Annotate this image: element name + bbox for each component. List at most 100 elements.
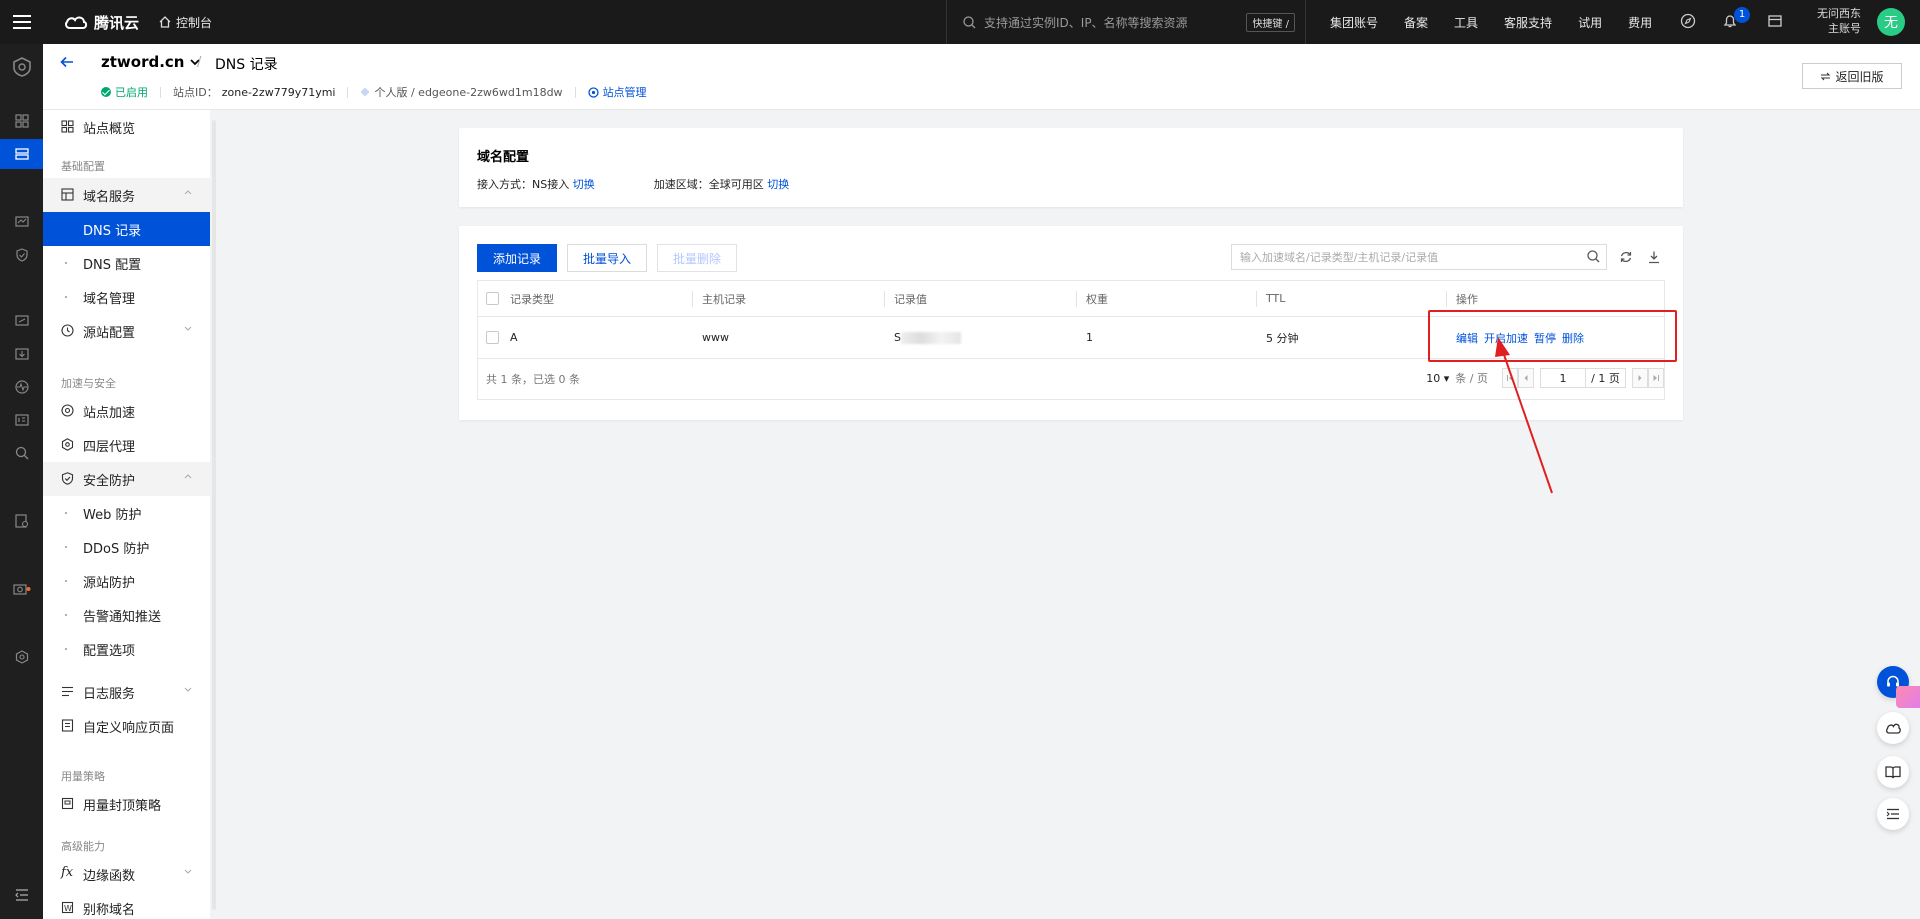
svg-text:W: W (64, 904, 72, 913)
hexagon-settings-icon[interactable] (0, 642, 43, 672)
next-page-button[interactable] (1632, 368, 1648, 388)
camera-icon[interactable] (0, 574, 43, 604)
switch-region-link[interactable]: 切换 (767, 178, 789, 191)
sidebar-item-l4-proxy[interactable]: 四层代理 (43, 428, 210, 462)
report-icon[interactable] (0, 405, 43, 435)
sidebar-item-alias-domain[interactable]: W 别称域名 (43, 891, 210, 919)
col-type[interactable]: 记录类型 (510, 281, 554, 316)
sidebar-item-log-service[interactable]: 日志服务 (43, 675, 210, 709)
status-badge: 已启用 (101, 84, 148, 100)
back-arrow-icon[interactable] (59, 54, 75, 70)
page-size-select[interactable]: 10 ▾ (1426, 372, 1449, 385)
menu-icon[interactable] (0, 0, 44, 44)
cloud-upload-button[interactable] (1877, 712, 1909, 744)
site-list-icon[interactable] (0, 139, 43, 169)
switch-access-link[interactable]: 切换 (573, 178, 595, 191)
search-icon[interactable] (1587, 250, 1600, 263)
redacted-value (900, 331, 961, 344)
old-version-button[interactable]: 返回旧版 (1802, 63, 1902, 89)
sidebar-item-config-options[interactable]: 配置选项 (43, 632, 210, 666)
avatar[interactable]: 无 (1877, 8, 1905, 36)
last-page-button[interactable] (1648, 368, 1664, 388)
sidebar-scrollbar[interactable] (212, 120, 216, 910)
pulse-icon[interactable] (0, 372, 43, 402)
sidebar-item-ddos-protect[interactable]: DDoS 防护 (43, 530, 210, 564)
nav-billing[interactable]: 费用 (1628, 14, 1652, 31)
sidebar-item-site-accel[interactable]: 站点加速 (43, 394, 210, 428)
gear-icon (587, 86, 599, 98)
col-value[interactable]: 记录值 (894, 281, 927, 316)
search-icon (963, 15, 976, 28)
edgeone-logo-icon[interactable] (0, 52, 43, 82)
list-icon (1886, 808, 1899, 820)
col-weight[interactable]: 权重 (1086, 281, 1108, 316)
shortcut-hint: 快捷键 / (1246, 12, 1295, 32)
sidebar-item-origin-config[interactable]: 源站配置 (43, 314, 210, 348)
home-icon (159, 16, 171, 28)
brand-logo[interactable]: 腾讯云 (64, 12, 139, 33)
add-record-button[interactable]: 添加记录 (477, 244, 557, 272)
function-icon: fx (61, 865, 74, 880)
sidebar-item-dns-records[interactable]: DNS 记录 (43, 212, 210, 246)
sidebar-item-origin-protect[interactable]: 源站防护 (43, 564, 210, 598)
refresh-icon[interactable] (1619, 250, 1633, 264)
chevron-down-icon (184, 326, 192, 331)
search-icon[interactable] (0, 438, 43, 468)
alias-icon: W (61, 901, 74, 914)
row-checkbox[interactable] (486, 331, 499, 344)
col-host[interactable]: 主机记录 (702, 281, 746, 316)
sidebar-item-overview[interactable]: 站点概览 (43, 110, 210, 144)
nav-trial[interactable]: 试用 (1578, 14, 1602, 31)
section-accel: 加速与安全 (61, 377, 116, 390)
cart-icon[interactable] (1767, 13, 1783, 29)
console-link[interactable]: 控制台 (159, 14, 212, 31)
site-manage-link[interactable]: 站点管理 (603, 84, 647, 100)
card-title: 域名配置 (477, 150, 530, 165)
sidebar-item-security[interactable]: 安全防护 (43, 462, 210, 496)
download-icon[interactable] (0, 339, 43, 369)
top-nav: 集团账号 备案 工具 客服支持 试用 费用 (1330, 0, 1678, 44)
menu-list-button[interactable] (1877, 798, 1909, 830)
section-basic: 基础配置 (61, 160, 105, 173)
section-usage: 用量策略 (61, 770, 105, 783)
compass-icon[interactable] (1680, 13, 1696, 29)
monitor-icon[interactable] (0, 207, 43, 237)
sidebar-item-dns-config[interactable]: DNS 配置 (43, 246, 210, 280)
sidebar-item-edge-func[interactable]: fx 边缘函数 (43, 857, 210, 891)
shield-icon[interactable] (0, 240, 43, 270)
user-info[interactable]: 无问西东 主账号 (1817, 6, 1861, 36)
sidebar-item-web-protect[interactable]: Web 防护 (43, 496, 210, 530)
top-bar: 腾讯云 控制台 支持通过实例ID、IP、名称等搜索资源 快捷键 / 集团账号 备… (0, 0, 1920, 44)
download-icon[interactable] (1647, 250, 1661, 264)
col-ttl[interactable]: TTL (1266, 281, 1285, 316)
record-type: A (510, 331, 518, 344)
sidebar-item-alert-push[interactable]: 告警通知推送 (43, 598, 210, 632)
shield-icon (61, 472, 74, 485)
plan-info: 个人版 / edgeone-2zw6wd1m18dw (374, 86, 563, 99)
collapse-menu-icon[interactable] (0, 880, 43, 910)
nav-filing[interactable]: 备案 (1404, 14, 1428, 31)
record-value: S (894, 317, 961, 358)
record-search-input[interactable]: 输入加速域名/记录类型/主机记录/记录值 (1231, 244, 1607, 270)
site-meta: 已启用 站点ID： zone-2zw779y71ymi 个人版 / edgeone… (101, 84, 647, 100)
batch-delete-button[interactable]: 批量删除 (657, 244, 737, 272)
global-search[interactable]: 支持通过实例ID、IP、名称等搜索资源 快捷键 / (946, 0, 1306, 44)
sidebar: 站点概览 基础配置 域名服务 DNS 记录 DNS 配置 域名管理 源站配置 加… (43, 110, 210, 919)
nav-group-account[interactable]: 集团账号 (1330, 14, 1378, 31)
ai-assistant-tab[interactable] (1896, 686, 1920, 708)
dashboard-icon[interactable] (0, 106, 43, 136)
analytics-icon[interactable] (0, 306, 43, 336)
settings-doc-icon[interactable] (0, 506, 43, 536)
docs-button[interactable] (1877, 756, 1909, 788)
sidebar-item-domain-manage[interactable]: 域名管理 (43, 280, 210, 314)
select-all-checkbox[interactable] (486, 292, 499, 305)
nav-tools[interactable]: 工具 (1454, 14, 1478, 31)
site-id-label: 站点ID： (173, 86, 218, 99)
sidebar-item-custom-page[interactable]: 自定义响应页面 (43, 709, 210, 743)
batch-import-button[interactable]: 批量导入 (567, 244, 647, 272)
sidebar-item-domain-service[interactable]: 域名服务 (43, 178, 210, 212)
nav-support[interactable]: 客服支持 (1504, 14, 1552, 31)
domain-switcher[interactable]: ztword.cn (101, 53, 201, 71)
sidebar-item-usage-cap[interactable]: 用量封顶策略 (43, 787, 210, 821)
config-row: 接入方式：NS接入 切换 加速区域：全球可用区 切换 (477, 178, 790, 191)
